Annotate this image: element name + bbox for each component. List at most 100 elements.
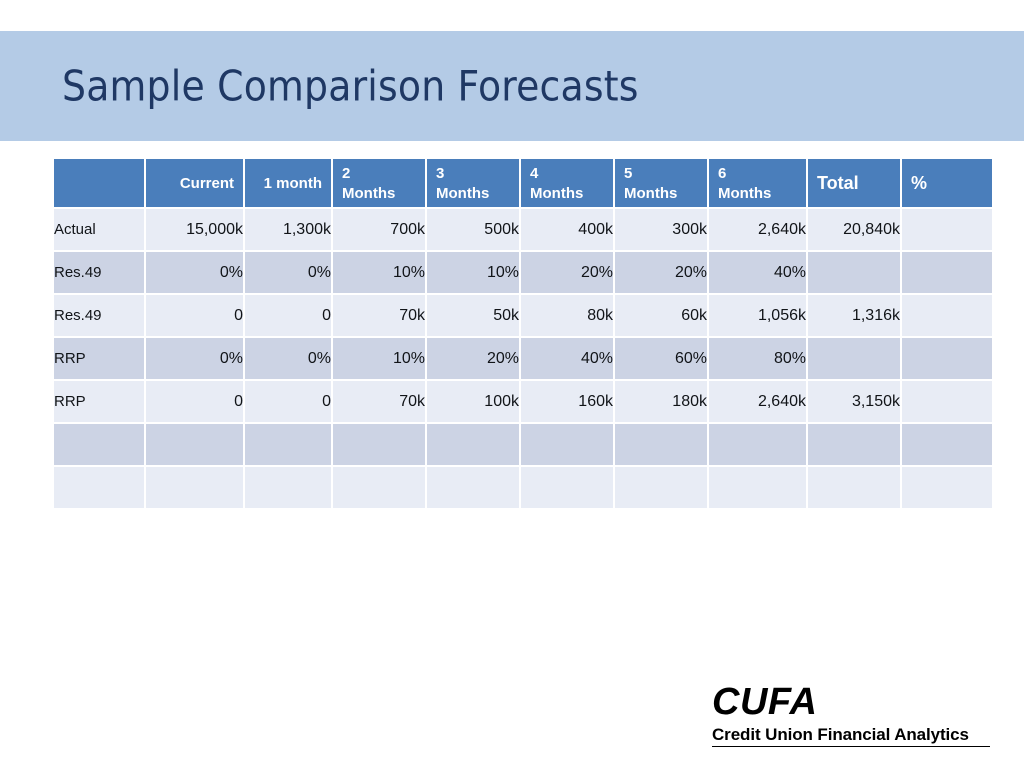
table-cell: 300k [615,209,707,250]
table-cell: 80k [521,295,613,336]
column-header-1-month: 1 month [245,159,331,207]
row-label [54,467,144,508]
table-cell: 10% [427,252,519,293]
table-cell [902,424,992,465]
table-cell: 0% [245,252,331,293]
table-cell: 10% [333,252,425,293]
table-cell [333,467,425,508]
column-header-line2: Months [436,184,490,202]
row-label: RRP [54,338,144,379]
table-cell [902,252,992,293]
table-cell: 700k [333,209,425,250]
column-header-line1: 5 [624,165,633,182]
table-cell [245,467,331,508]
table-cell [333,424,425,465]
column-header-line1: 2 [342,165,351,182]
table-cell: 3,150k [808,381,900,422]
table-cell: 40% [521,338,613,379]
table-cell [808,467,900,508]
cufa-wordmark: CUFA [712,681,818,723]
cufa-tagline: Credit Union Financial Analytics [712,725,969,744]
column-header-3: 3 Months [427,159,519,207]
table-cell [521,424,613,465]
table-row: RRP 0 0 70k 100k 160k 180k 2,640k 3,150k [54,381,992,422]
table-cell [808,424,900,465]
table-cell: 20% [521,252,613,293]
row-label: Res.49 [54,252,144,293]
table-row [54,467,992,508]
column-header-5: 5 Months [615,159,707,207]
column-header-4: 4 Months [521,159,613,207]
table-cell: 400k [521,209,613,250]
row-label: Actual [54,209,144,250]
column-header-line1: 3 [436,165,445,182]
table-cell: 50k [427,295,519,336]
table-cell [427,467,519,508]
table-cell: 2,640k [709,209,806,250]
table-cell: 10% [333,338,425,379]
cufa-logo: CUFA Credit Union Financial Analytics [712,683,992,747]
column-header-6: 6 Months [709,159,806,207]
row-label: RRP [54,381,144,422]
table-cell: 15,000k [146,209,243,250]
table-cell [521,467,613,508]
table-cell [245,424,331,465]
column-header-line1: 6 [718,165,727,182]
table-cell: 500k [427,209,519,250]
column-header-line2: Months [342,184,396,202]
table-cell [709,467,806,508]
table-cell: 0% [146,252,243,293]
table-row: Actual 15,000k 1,300k 700k 500k 400k 300k 2,640… [54,209,992,250]
table-header-row: Current 1 month 2 Months 3 Months 4 Months 5 Mont… [54,159,992,207]
column-header-line1: 4 [530,165,539,182]
table-row: Res.49 0 0 70k 50k 80k 60k 1,056k 1,316k [54,295,992,336]
table-cell: 2,640k [709,381,806,422]
column-header-line2: Months [624,184,678,202]
logo-divider [712,746,990,747]
table-cell: 1,316k [808,295,900,336]
table-cell: 0% [245,338,331,379]
column-header-blank: % [902,159,992,207]
row-label: Res.49 [54,295,144,336]
table-cell: 20,840k [808,209,900,250]
table-cell: 40% [709,252,806,293]
table-cell: 1,300k [245,209,331,250]
table-cell: 0 [146,295,243,336]
table-cell [902,467,992,508]
table-cell: 0 [146,381,243,422]
table-cell: 0% [146,338,243,379]
table-cell: 60k [615,295,707,336]
table-cell: 180k [615,381,707,422]
table-cell: 60% [615,338,707,379]
table-cell [615,467,707,508]
table-cell [902,295,992,336]
table-cell [902,338,992,379]
table-cell [808,252,900,293]
table-cell [902,381,992,422]
column-header-blank [54,159,144,207]
column-header-2: 2 Months [333,159,425,207]
comparison-forecast-table: Current 1 month 2 Months 3 Months 4 Months 5 Mont… [52,157,994,510]
table-cell: 70k [333,295,425,336]
table-cell [146,467,243,508]
table-body: Actual 15,000k 1,300k 700k 500k 400k 300k 2,640… [54,209,992,508]
table-cell: 80% [709,338,806,379]
table-cell [146,424,243,465]
column-header-line2: Months [530,184,584,202]
page-title: Sample Comparison Forecasts [62,61,639,111]
column-header-line2: Months [718,184,772,202]
title-banner: Sample Comparison Forecasts [0,31,1024,141]
table-cell: 160k [521,381,613,422]
table-row [54,424,992,465]
table-cell [808,338,900,379]
table-cell: 20% [427,338,519,379]
table-cell [427,424,519,465]
table-cell: 100k [427,381,519,422]
table-cell: 1,056k [709,295,806,336]
row-label [54,424,144,465]
column-header-total: Total [808,159,900,207]
table-cell [709,424,806,465]
table-cell: 70k [333,381,425,422]
table-cell: 0 [245,295,331,336]
column-header-current: Current [146,159,243,207]
